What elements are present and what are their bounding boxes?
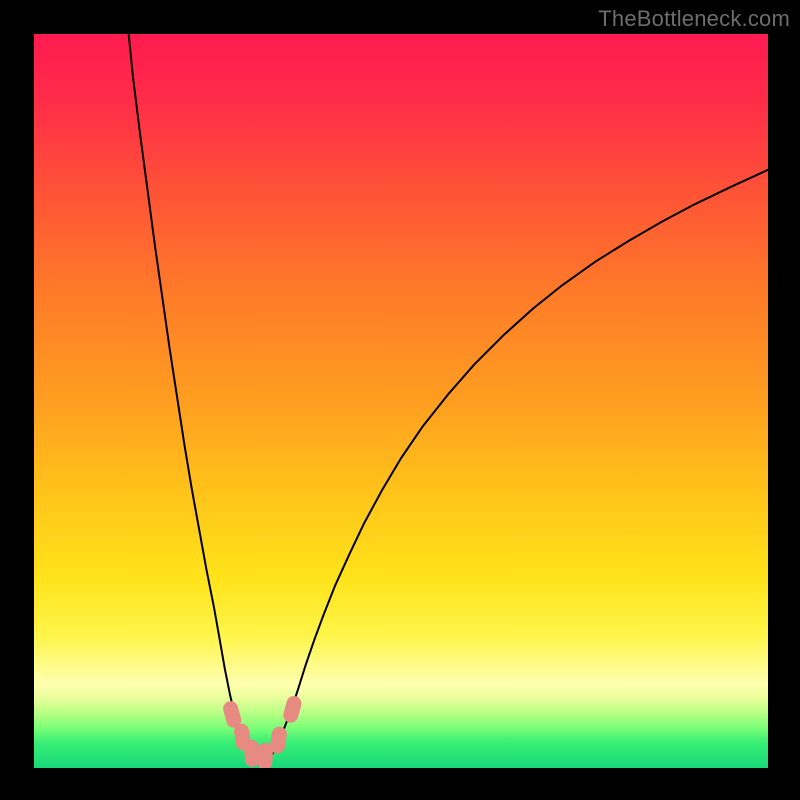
curve-marker-2 bbox=[244, 740, 259, 767]
chart-stage: TheBottleneck.com bbox=[0, 0, 800, 800]
gradient-background bbox=[34, 34, 768, 768]
bottleneck-chart bbox=[34, 34, 768, 768]
watermark-text: TheBottleneck.com bbox=[598, 6, 790, 32]
